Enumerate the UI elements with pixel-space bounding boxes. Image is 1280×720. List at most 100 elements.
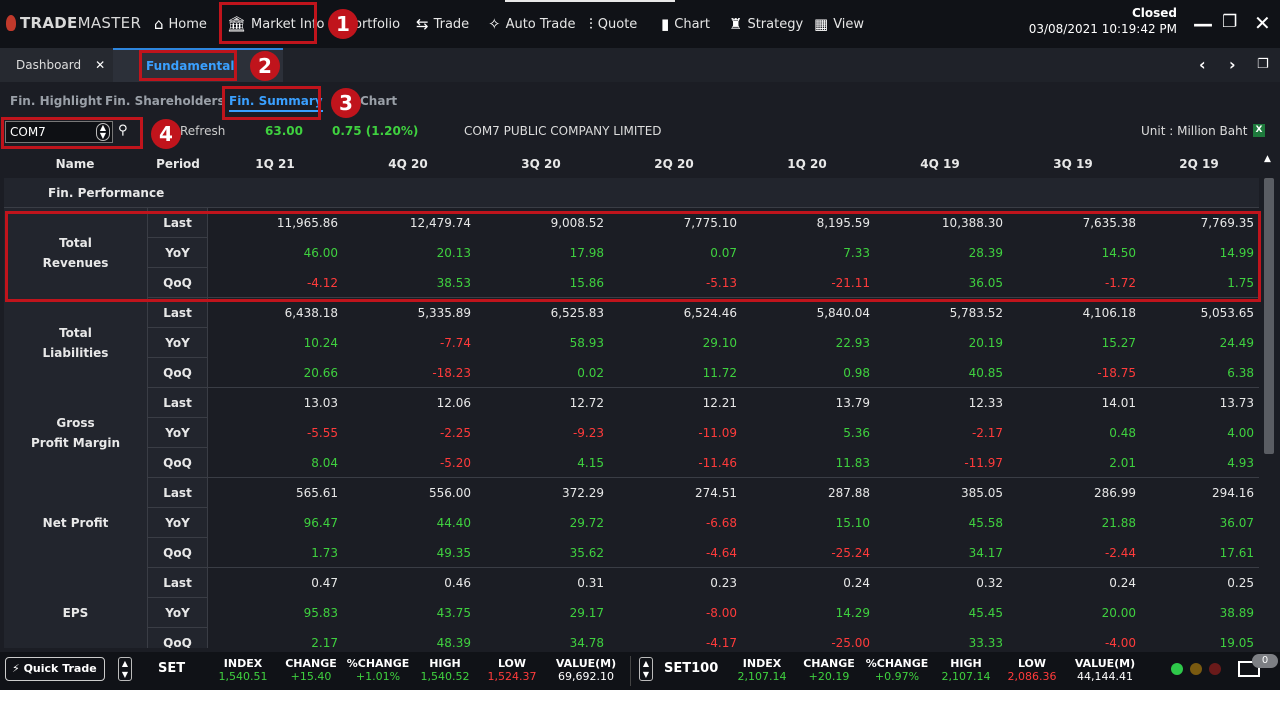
table-cell: -7.74 bbox=[439, 336, 471, 350]
market-stepper-icon[interactable]: ▲ ▼ bbox=[639, 657, 653, 681]
menu-label: Strategy bbox=[747, 16, 804, 32]
menu-trade[interactable]: ⇆ Trade bbox=[416, 0, 469, 48]
table-cell: 2.01 bbox=[1109, 456, 1136, 470]
table-cell: 12.72 bbox=[569, 396, 604, 410]
table-cell: 13.03 bbox=[303, 396, 338, 410]
bar-chart-icon: ▮ bbox=[661, 15, 670, 33]
flame-icon bbox=[6, 15, 16, 31]
table-cell: 2.17 bbox=[311, 636, 338, 648]
restore-icon[interactable]: ❐ bbox=[1222, 12, 1237, 32]
table-cell: 5.36 bbox=[843, 426, 870, 440]
menu-chart[interactable]: ▮ Chart bbox=[661, 0, 710, 48]
market-stepper-icon[interactable]: ▲ ▼ bbox=[118, 657, 132, 681]
table-cell: 0.46 bbox=[444, 576, 471, 590]
menu-quote[interactable]: ⫶ Quote bbox=[589, 0, 637, 48]
column-header: 1Q 21 bbox=[255, 157, 295, 171]
table-cell: -2.44 bbox=[1104, 546, 1136, 560]
menu-label: View bbox=[833, 16, 865, 32]
connection-status-icon bbox=[1171, 663, 1183, 675]
table-cell: 6.38 bbox=[1227, 366, 1254, 380]
section-row-fin-performance: Fin. Performance bbox=[4, 178, 1259, 208]
table-cell: 96.47 bbox=[303, 516, 338, 530]
quick-trade-button[interactable]: ⚡ Quick Trade bbox=[5, 657, 105, 681]
subtab-fin-shareholders[interactable]: Fin. Shareholders bbox=[105, 94, 225, 108]
magic-wand-icon: ✧ bbox=[488, 15, 501, 33]
status-indicator-icon bbox=[1209, 663, 1221, 675]
column-header-name: Name bbox=[55, 157, 95, 171]
table-cell: 0.48 bbox=[1109, 426, 1136, 440]
table-cell: 49.35 bbox=[436, 546, 471, 560]
table-cell: -25.00 bbox=[831, 636, 870, 648]
menu-portfolio[interactable]: ortfolio bbox=[354, 0, 400, 48]
menu-view[interactable]: ▦ View bbox=[814, 0, 864, 48]
market-status-label: Closed bbox=[1131, 6, 1177, 20]
table-cell: 22.93 bbox=[835, 336, 870, 350]
table-cell: 17.61 bbox=[1219, 546, 1254, 560]
table-cell: 11.72 bbox=[702, 366, 737, 380]
table-cell: 19.05 bbox=[1219, 636, 1254, 648]
menu-home[interactable]: ⌂ Home bbox=[154, 0, 207, 48]
home-icon: ⌂ bbox=[154, 15, 164, 33]
table-cell: 286.99 bbox=[1094, 486, 1136, 500]
table-cell: 45.45 bbox=[968, 606, 1003, 620]
window-stack-icon[interactable]: ❐ bbox=[1257, 57, 1269, 72]
market-stat: %CHANGE +0.97% bbox=[857, 657, 937, 683]
table-cell: 0.23 bbox=[710, 576, 737, 590]
strategy-icon: ♜ bbox=[729, 15, 743, 33]
chevron-left-icon[interactable]: ‹ bbox=[1199, 55, 1206, 74]
subtab-fin-highlight[interactable]: Fin. Highlight bbox=[10, 94, 102, 108]
metric-name: Total Liabilities bbox=[4, 298, 148, 388]
table-cell: 95.83 bbox=[303, 606, 338, 620]
table-cell: 5,335.89 bbox=[417, 306, 471, 320]
minimize-icon[interactable]: — bbox=[1193, 12, 1213, 36]
table-cell: 45.58 bbox=[968, 516, 1003, 530]
column-header-period: Period bbox=[156, 157, 200, 171]
table-cell: -4.64 bbox=[705, 546, 737, 560]
period-label-qoq: QoQ bbox=[148, 358, 208, 388]
table-cell: -9.23 bbox=[572, 426, 604, 440]
metric-name: Gross Profit Margin bbox=[4, 388, 148, 478]
table-cell: 20.66 bbox=[303, 366, 338, 380]
chevron-right-icon[interactable]: › bbox=[1229, 55, 1236, 74]
table-cell: -11.46 bbox=[698, 456, 737, 470]
subtab-chart[interactable]: Chart bbox=[360, 94, 397, 108]
highlight-box-fin-summary bbox=[222, 86, 321, 120]
close-tab-icon[interactable]: ✕ bbox=[95, 58, 105, 72]
menu-strategy[interactable]: ♜ Strategy bbox=[729, 0, 803, 48]
scrollbar-thumb[interactable] bbox=[1264, 178, 1274, 454]
annotation-badge-1: 1 bbox=[328, 9, 358, 39]
table-cell: 58.93 bbox=[569, 336, 604, 350]
status-indicator-icon bbox=[1190, 663, 1202, 675]
excel-export-icon[interactable]: X bbox=[1253, 124, 1265, 137]
refresh-label[interactable]: Refresh bbox=[180, 124, 225, 138]
table-cell: 38.89 bbox=[1219, 606, 1254, 620]
table-cell: -4.00 bbox=[1104, 636, 1136, 648]
table-cell: -11.97 bbox=[964, 456, 1003, 470]
table-cell: 12.33 bbox=[968, 396, 1003, 410]
tab-dashboard[interactable]: Dashboard ✕ bbox=[0, 48, 113, 82]
menu-auto-trade[interactable]: ✧ Auto Trade bbox=[488, 0, 576, 48]
table-cell: 21.88 bbox=[1101, 516, 1136, 530]
table-cell: 36.07 bbox=[1219, 516, 1254, 530]
column-header: 4Q 20 bbox=[388, 157, 428, 171]
table-cell: 1.73 bbox=[311, 546, 338, 560]
symbol-search-row: COM7 ▲ ▼ ⚲ Refresh 63.00 0.75 (1.20%) COM… bbox=[0, 118, 1280, 146]
table-cell: 20.19 bbox=[968, 336, 1003, 350]
table-cell: -8.00 bbox=[705, 606, 737, 620]
scroll-up-icon[interactable]: ▲ bbox=[1264, 154, 1271, 164]
table-cell: 29.72 bbox=[569, 516, 604, 530]
table-cell: 274.51 bbox=[695, 486, 737, 500]
table-cell: 4.93 bbox=[1227, 456, 1254, 470]
close-icon[interactable]: ✕ bbox=[1254, 11, 1271, 35]
table-cell: 287.88 bbox=[828, 486, 870, 500]
market-name: SET100 bbox=[664, 661, 719, 676]
menu-label: ortfolio bbox=[354, 16, 401, 32]
table-cell: 565.61 bbox=[296, 486, 338, 500]
trade-icon: ⇆ bbox=[416, 15, 429, 33]
table-cell: 372.29 bbox=[562, 486, 604, 500]
table-cell: 385.05 bbox=[961, 486, 1003, 500]
logo-suffix: MASTER bbox=[77, 14, 142, 32]
table-cell: 4,106.18 bbox=[1082, 306, 1136, 320]
table-cell: 4.15 bbox=[577, 456, 604, 470]
column-header: 1Q 20 bbox=[787, 157, 827, 171]
